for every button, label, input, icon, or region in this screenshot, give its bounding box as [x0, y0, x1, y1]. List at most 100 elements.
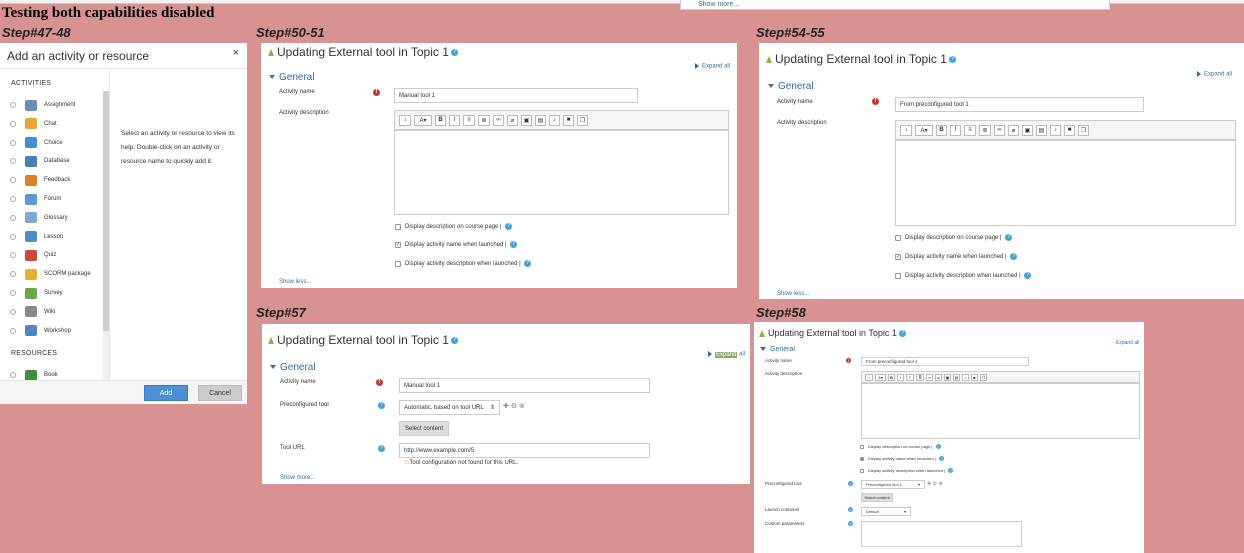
microphone-icon[interactable]: ♪ — [1050, 124, 1061, 136]
scrollbar-thumb[interactable] — [103, 91, 109, 331]
display-description-checkbox[interactable]: Display description on course page | ? — [395, 223, 513, 230]
video-icon[interactable]: ■ — [1064, 124, 1075, 136]
numbered-list-icon[interactable]: ≣ — [979, 124, 991, 136]
expand-all-link[interactable]: Expand all — [708, 351, 745, 358]
select-content-button[interactable]: Select content — [861, 493, 893, 502]
chooser-item-chat[interactable]: Chat — [0, 115, 102, 133]
italic-icon[interactable]: I — [449, 114, 460, 126]
chooser-item-workshop[interactable]: Workshop — [0, 322, 102, 340]
activity-description-editor[interactable] — [861, 383, 1140, 439]
link-icon[interactable]: ∞ — [493, 114, 504, 126]
chooser-item-scorm-package[interactable]: SCORM package — [0, 265, 102, 283]
display-description-checkbox[interactable]: Display description on course page | ? — [895, 234, 1013, 241]
microphone-icon[interactable]: ♪ — [962, 373, 969, 381]
radio-icon[interactable] — [10, 372, 16, 378]
expand-all-link[interactable]: Expand all — [695, 63, 730, 70]
radio-icon[interactable] — [10, 290, 16, 296]
activity-description-editor[interactable] — [895, 140, 1236, 226]
video-icon[interactable]: ■ — [971, 373, 978, 381]
manage-files-icon[interactable]: ❐ — [1078, 124, 1089, 136]
radio-icon[interactable] — [10, 158, 16, 165]
unlink-icon[interactable]: ⌀ — [1008, 124, 1019, 136]
radio-icon[interactable] — [10, 102, 16, 108]
chooser-item-wiki[interactable]: Wiki — [0, 303, 102, 321]
top-show-more-link[interactable]: Show more... — [680, 0, 1110, 10]
show-less-link[interactable]: Show less... — [777, 291, 809, 297]
chooser-item-feedback[interactable]: Feedback — [0, 171, 102, 189]
chooser-item-forum[interactable]: Forum — [0, 190, 102, 208]
bullet-list-icon[interactable]: ≡ — [964, 124, 976, 136]
manage-files-icon[interactable]: ❐ — [980, 373, 987, 381]
video-icon[interactable]: ■ — [563, 114, 574, 126]
toolbar-collapse-icon[interactable]: ↕ — [865, 373, 873, 381]
add-button[interactable]: Add — [144, 385, 188, 401]
italic-icon[interactable]: I — [897, 373, 904, 381]
radio-icon[interactable] — [10, 196, 16, 202]
radio-icon[interactable] — [10, 252, 16, 259]
activity-name-input[interactable]: Manual tool 1 — [394, 88, 638, 103]
help-icon[interactable]: ? — [848, 481, 853, 486]
chooser-item-glossary[interactable]: Glossary — [0, 209, 102, 227]
microphone-icon[interactable]: ♪ — [549, 114, 560, 126]
toolbar-collapse-icon[interactable]: ↕ — [399, 114, 411, 126]
radio-icon[interactable] — [10, 271, 16, 278]
show-less-link[interactable]: Show less... — [279, 279, 311, 285]
chooser-item-choice[interactable]: Choice — [0, 134, 102, 152]
activity-name-input[interactable]: Manual tool 1 — [399, 378, 650, 393]
font-style-icon[interactable]: A▾ — [875, 373, 886, 381]
radio-icon[interactable] — [10, 308, 16, 315]
help-icon[interactable]: ? — [948, 56, 956, 64]
show-more-link[interactable]: Show more... — [280, 475, 315, 481]
activity-description-editor[interactable] — [394, 130, 729, 215]
general-section-toggle[interactable]: General — [270, 362, 316, 373]
image-icon[interactable]: ▣ — [944, 373, 951, 381]
radio-icon[interactable] — [10, 139, 16, 146]
custom-parameters-textarea[interactable] — [861, 521, 1022, 547]
activity-name-input[interactable]: From preconfigured tool 1 — [895, 97, 1144, 112]
help-icon[interactable]: ? — [378, 402, 385, 409]
add-tool-icon[interactable]: ✚ ⚙ ⊗ — [927, 481, 943, 487]
expand-all-link[interactable]: Expand all — [1197, 71, 1232, 78]
help-icon[interactable]: ? — [378, 445, 385, 452]
link-icon[interactable]: ∞ — [926, 373, 933, 381]
bullet-list-icon[interactable]: ≡ — [463, 114, 475, 126]
display-description-checkbox[interactable]: Display description on course page | ? — [860, 444, 941, 450]
chooser-item-database[interactable]: Database — [0, 152, 102, 170]
bold-icon[interactable]: B — [936, 124, 947, 136]
media-icon[interactable]: ▤ — [1036, 124, 1047, 136]
chooser-item-lesson[interactable]: Lesson — [0, 228, 102, 246]
font-style-icon[interactable]: A▾ — [414, 114, 432, 126]
media-icon[interactable]: ▤ — [953, 373, 960, 381]
chooser-item-assignment[interactable]: Assignment — [0, 96, 102, 114]
general-section-toggle[interactable]: General — [768, 81, 814, 92]
radio-icon[interactable] — [10, 177, 16, 184]
help-icon[interactable]: ? — [848, 521, 853, 526]
help-icon[interactable]: ? — [450, 49, 458, 57]
display-activity-description-checkbox[interactable]: Display activity description when launch… — [860, 468, 954, 474]
display-name-checkbox[interactable]: ✓ Display activity name when launched | ? — [395, 241, 518, 248]
bold-icon[interactable]: B — [435, 114, 446, 126]
display-name-checkbox[interactable]: Display activity name when launched | ? — [860, 456, 944, 462]
numbered-list-icon[interactable]: ≣ — [916, 373, 924, 381]
help-icon[interactable]: ? — [898, 330, 906, 338]
manage-files-icon[interactable]: ❐ — [577, 114, 588, 126]
chooser-scrollbar[interactable] — [103, 91, 109, 404]
tool-url-input[interactable]: http://www.example.com/5 — [399, 443, 650, 458]
general-section-toggle[interactable]: General — [760, 346, 795, 353]
preconfigured-tool-select[interactable]: Preconfigured tool 1 ▾ — [861, 480, 925, 489]
image-icon[interactable]: ▣ — [521, 114, 532, 126]
chooser-item-quiz[interactable]: Quiz — [0, 246, 102, 264]
display-name-checkbox[interactable]: ✓ Display activity name when launched | ? — [895, 253, 1018, 260]
close-icon[interactable]: × — [233, 47, 239, 59]
activity-name-input[interactable]: From preconfigured tool 1 — [861, 357, 1029, 366]
numbered-list-icon[interactable]: ≣ — [478, 114, 490, 126]
chooser-item-survey[interactable]: Survey — [0, 284, 102, 302]
media-icon[interactable]: ▤ — [535, 114, 546, 126]
bold-icon[interactable]: B — [888, 373, 895, 381]
help-icon[interactable]: ? — [848, 507, 853, 512]
preconfigured-tool-select[interactable]: Automatic, based on tool URL ⇕ — [399, 400, 500, 415]
expand-all-link[interactable]: Expand all — [1116, 340, 1139, 346]
unlink-icon[interactable]: ⌀ — [935, 373, 942, 381]
add-tool-icon[interactable]: ✚ ⚙ ⊗ — [503, 402, 525, 410]
display-activity-description-checkbox[interactable]: Display activity description when launch… — [395, 260, 532, 267]
